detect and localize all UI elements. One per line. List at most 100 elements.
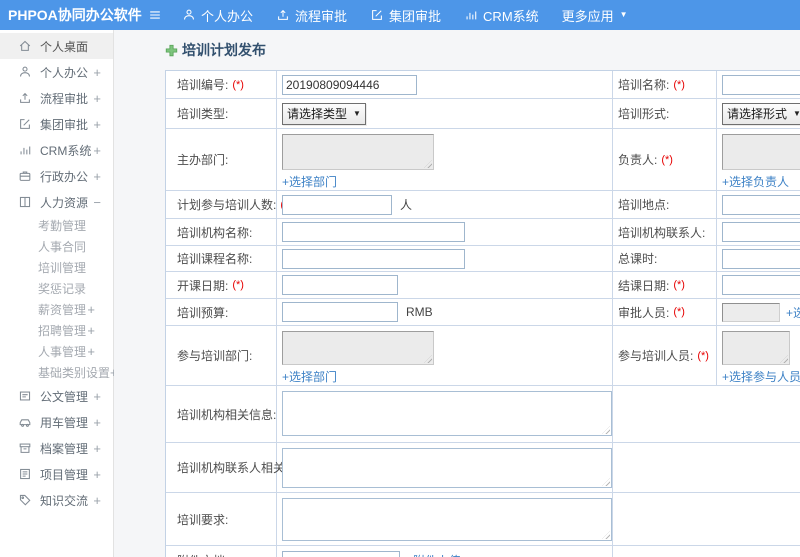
sidebar-item-crm-system[interactable]: CRM系统 + xyxy=(0,137,113,163)
sidebar-item-label: 个人桌面 xyxy=(40,39,89,54)
start-date-input[interactable] xyxy=(282,275,398,295)
org-info-textarea[interactable] xyxy=(282,391,612,436)
sidebar-item-salary-mgmt[interactable]: 薪资管理 + xyxy=(0,299,113,320)
expand-plus-icon[interactable]: + xyxy=(93,91,105,106)
join-person-box[interactable] xyxy=(722,331,790,365)
hamburger-icon[interactable] xyxy=(148,8,162,22)
sidebar-item-workflow-approval[interactable]: 流程审批 + xyxy=(0,85,113,111)
label-cell: 培训课程名称: xyxy=(166,246,277,271)
attachment-upload-link[interactable]: +附件上传 xyxy=(406,552,461,557)
field-cell xyxy=(717,246,800,271)
user-icon xyxy=(18,65,32,79)
chart-icon xyxy=(464,8,478,22)
org-name-input[interactable] xyxy=(282,222,465,242)
approver-box[interactable] xyxy=(722,302,780,322)
expand-plus-icon[interactable]: + xyxy=(93,467,105,482)
training-no-input[interactable] xyxy=(282,74,417,95)
sidebar-item-vehicle-mgmt[interactable]: 用车管理 + xyxy=(0,409,113,435)
sidebar-item-label: 人力资源 xyxy=(40,195,89,210)
collapse-minus-icon[interactable]: − xyxy=(93,195,105,210)
host-dept-box[interactable] xyxy=(282,134,434,170)
expand-plus-icon[interactable]: + xyxy=(93,65,105,80)
plus-icon xyxy=(165,44,178,57)
select-host-dept-link[interactable]: +选择部门 xyxy=(282,173,337,190)
join-dept-box[interactable] xyxy=(282,331,434,365)
selected-option: 请选择类型 xyxy=(287,106,348,121)
sidebar-item-document-mgmt[interactable]: 公文管理 + xyxy=(0,383,113,409)
form-row: 培训预算: RMB 审批人员:(*) +选择审批人员 xyxy=(166,299,800,326)
field-label: 审批人员: xyxy=(618,305,670,320)
expand-plus-icon[interactable]: + xyxy=(93,143,105,158)
training-name-input[interactable] xyxy=(722,74,800,95)
required-mark: (*) xyxy=(697,349,709,362)
expand-plus-icon[interactable]: + xyxy=(93,117,105,132)
expand-plus-icon[interactable]: + xyxy=(93,441,105,456)
sidebar-item-base-category-setting[interactable]: 基础类别设置+ xyxy=(0,362,118,383)
sidebar-item-knowledge-exchange[interactable]: 知识交流 + xyxy=(0,487,113,513)
training-form-select[interactable]: 请选择形式 ▼ xyxy=(722,102,800,125)
upload-icon xyxy=(18,91,32,105)
sidebar-item-attendance-mgmt[interactable]: 考勤管理 xyxy=(0,215,113,236)
nav-item-group-approval[interactable]: 集团审批 xyxy=(370,6,441,25)
form-row: 开课日期: (*) 结课日期: (*) xyxy=(166,272,800,299)
required-mark: (*) xyxy=(673,306,685,318)
empty-cell xyxy=(613,493,800,545)
expand-plus-icon[interactable]: + xyxy=(87,344,105,359)
total-hours-input[interactable] xyxy=(722,248,800,269)
user-icon xyxy=(182,8,196,22)
training-type-select[interactable]: 请选择类型 ▼ xyxy=(282,102,366,125)
training-require-textarea[interactable] xyxy=(282,498,612,541)
select-join-person-link[interactable]: +选择参与人员 xyxy=(722,368,800,385)
field-cell: 请选择类型 ▼ xyxy=(277,99,613,128)
select-leader-link[interactable]: +选择负责人 xyxy=(722,173,789,190)
field-label: 参与培训人员: xyxy=(618,349,694,363)
sidebar-item-training-mgmt[interactable]: 培训管理 xyxy=(0,257,113,278)
sidebar-item-recruit-mgmt[interactable]: 招聘管理 + xyxy=(0,320,113,341)
leader-box[interactable] xyxy=(722,134,800,170)
label-cell: 培训机构相关信息: xyxy=(166,386,277,442)
nav-item-crm-system[interactable]: CRM系统 xyxy=(464,6,539,25)
page-title-text: 培训计划发布 xyxy=(182,42,266,58)
brand-title: PHPOA协同办公软件 xyxy=(8,7,142,23)
sidebar-item-label: 基础类别设置 xyxy=(38,366,111,380)
expand-plus-icon[interactable]: + xyxy=(93,169,105,184)
select-join-dept-link[interactable]: +选择部门 xyxy=(282,368,337,385)
sidebar-item-label: 知识交流 xyxy=(40,493,89,508)
expand-plus-icon[interactable]: + xyxy=(87,302,105,317)
org-contact-info-textarea[interactable] xyxy=(282,448,612,488)
field-cell: +选择参与人员 xyxy=(717,326,800,385)
sidebar-item-personnel-mgmt[interactable]: 人事管理 + xyxy=(0,341,113,362)
label-cell: 开课日期: (*) xyxy=(166,272,277,298)
select-approver-link[interactable]: +选择审批人员 xyxy=(786,304,800,321)
expand-plus-icon[interactable]: + xyxy=(93,389,105,404)
course-name-input[interactable] xyxy=(282,248,465,269)
label-cell: 总课时: xyxy=(613,246,717,271)
end-date-input[interactable] xyxy=(722,275,800,295)
nav-item-personal-office[interactable]: 个人办公 xyxy=(182,6,253,25)
budget-input[interactable] xyxy=(282,302,398,322)
sidebar-item-human-resources[interactable]: 人力资源 − xyxy=(0,189,113,215)
participant-count-input[interactable] xyxy=(282,194,392,215)
training-place-input[interactable] xyxy=(722,194,800,215)
field-cell: 人 xyxy=(277,191,613,218)
attachment-input[interactable] xyxy=(282,550,400,557)
field-label: 参与培训部门: xyxy=(177,349,253,363)
sidebar-item-group-approval[interactable]: 集团审批 + xyxy=(0,111,113,137)
sidebar-item-reward-punish-record[interactable]: 奖惩记录 xyxy=(0,278,113,299)
expand-plus-icon[interactable]: + xyxy=(93,415,105,430)
nav-item-workflow-approval[interactable]: 流程审批 xyxy=(276,6,347,25)
expand-plus-icon[interactable]: + xyxy=(93,493,105,508)
nav-item-more-apps[interactable]: 更多应用 ▼ xyxy=(562,6,628,25)
form-row: 主办部门: +选择部门 负责人: (*) +选择负责人 xyxy=(166,129,800,191)
nav-item-label: 流程审批 xyxy=(295,8,348,24)
sidebar-item-archive-mgmt[interactable]: 档案管理 + xyxy=(0,435,113,461)
sidebar-item-hr-contract[interactable]: 人事合同 xyxy=(0,236,113,257)
sidebar-item-label: 薪资管理 xyxy=(38,303,87,317)
sidebar-item-personal-office[interactable]: 个人办公 + xyxy=(0,59,113,85)
sidebar-item-project-mgmt[interactable]: 项目管理 + xyxy=(0,461,113,487)
expand-plus-icon[interactable]: + xyxy=(87,323,105,338)
sidebar-item-personal-desktop[interactable]: 个人桌面 xyxy=(0,33,113,59)
sidebar-item-admin-office[interactable]: 行政办公 + xyxy=(0,163,113,189)
org-contact-input[interactable] xyxy=(722,222,800,242)
page-title: 培训计划发布 xyxy=(165,40,800,60)
